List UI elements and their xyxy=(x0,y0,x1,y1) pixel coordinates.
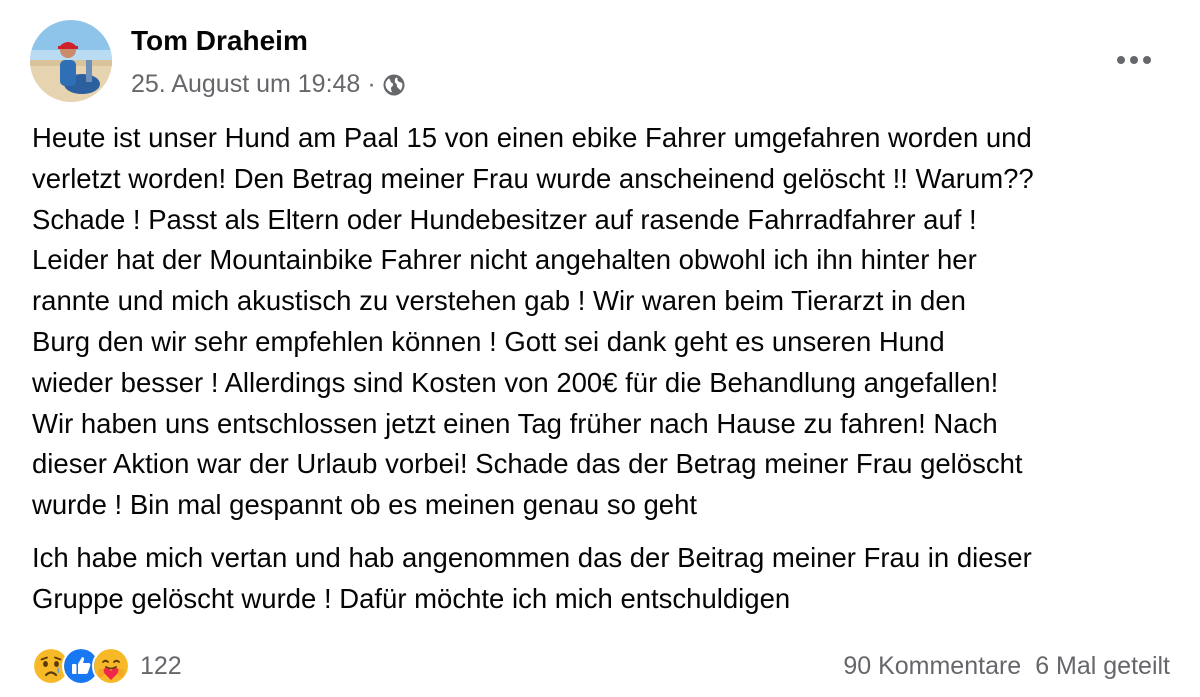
avatar-photo xyxy=(30,20,112,102)
more-options-button[interactable] xyxy=(1112,46,1156,74)
meta-separator: · xyxy=(367,70,376,98)
post-paragraph-2: Ich habe mich vertan und hab angenommen … xyxy=(32,541,1032,614)
care-reaction-icon xyxy=(92,647,130,685)
author-name[interactable]: Tom Draheim xyxy=(131,25,308,57)
globe-icon[interactable] xyxy=(382,73,406,97)
post-footer: 122 90 Kommentare 6 Mal geteilt xyxy=(32,644,1170,688)
reaction-count: 122 xyxy=(140,651,182,680)
shares-count-link[interactable]: 6 Mal geteilt xyxy=(1035,652,1170,681)
reaction-icons xyxy=(32,647,130,685)
avatar[interactable] xyxy=(30,20,112,102)
post-timestamp[interactable]: 25. August um 19:48 xyxy=(131,70,360,99)
reactions-summary[interactable]: 122 xyxy=(32,647,182,685)
post-meta: 25. August um 19:48 · xyxy=(131,70,406,99)
post-stats: 90 Kommentare 6 Mal geteilt xyxy=(843,652,1170,681)
more-horizontal-icon xyxy=(1117,56,1151,64)
comments-count-link[interactable]: 90 Kommentare xyxy=(843,652,1021,681)
post-text: Heute ist unser Hund am Paal 15 von eine… xyxy=(32,118,1182,620)
facebook-post: Tom Draheim 25. August um 19:48 · Heute … xyxy=(0,0,1200,697)
post-paragraph-1: Heute ist unser Hund am Paal 15 von eine… xyxy=(32,122,1034,521)
